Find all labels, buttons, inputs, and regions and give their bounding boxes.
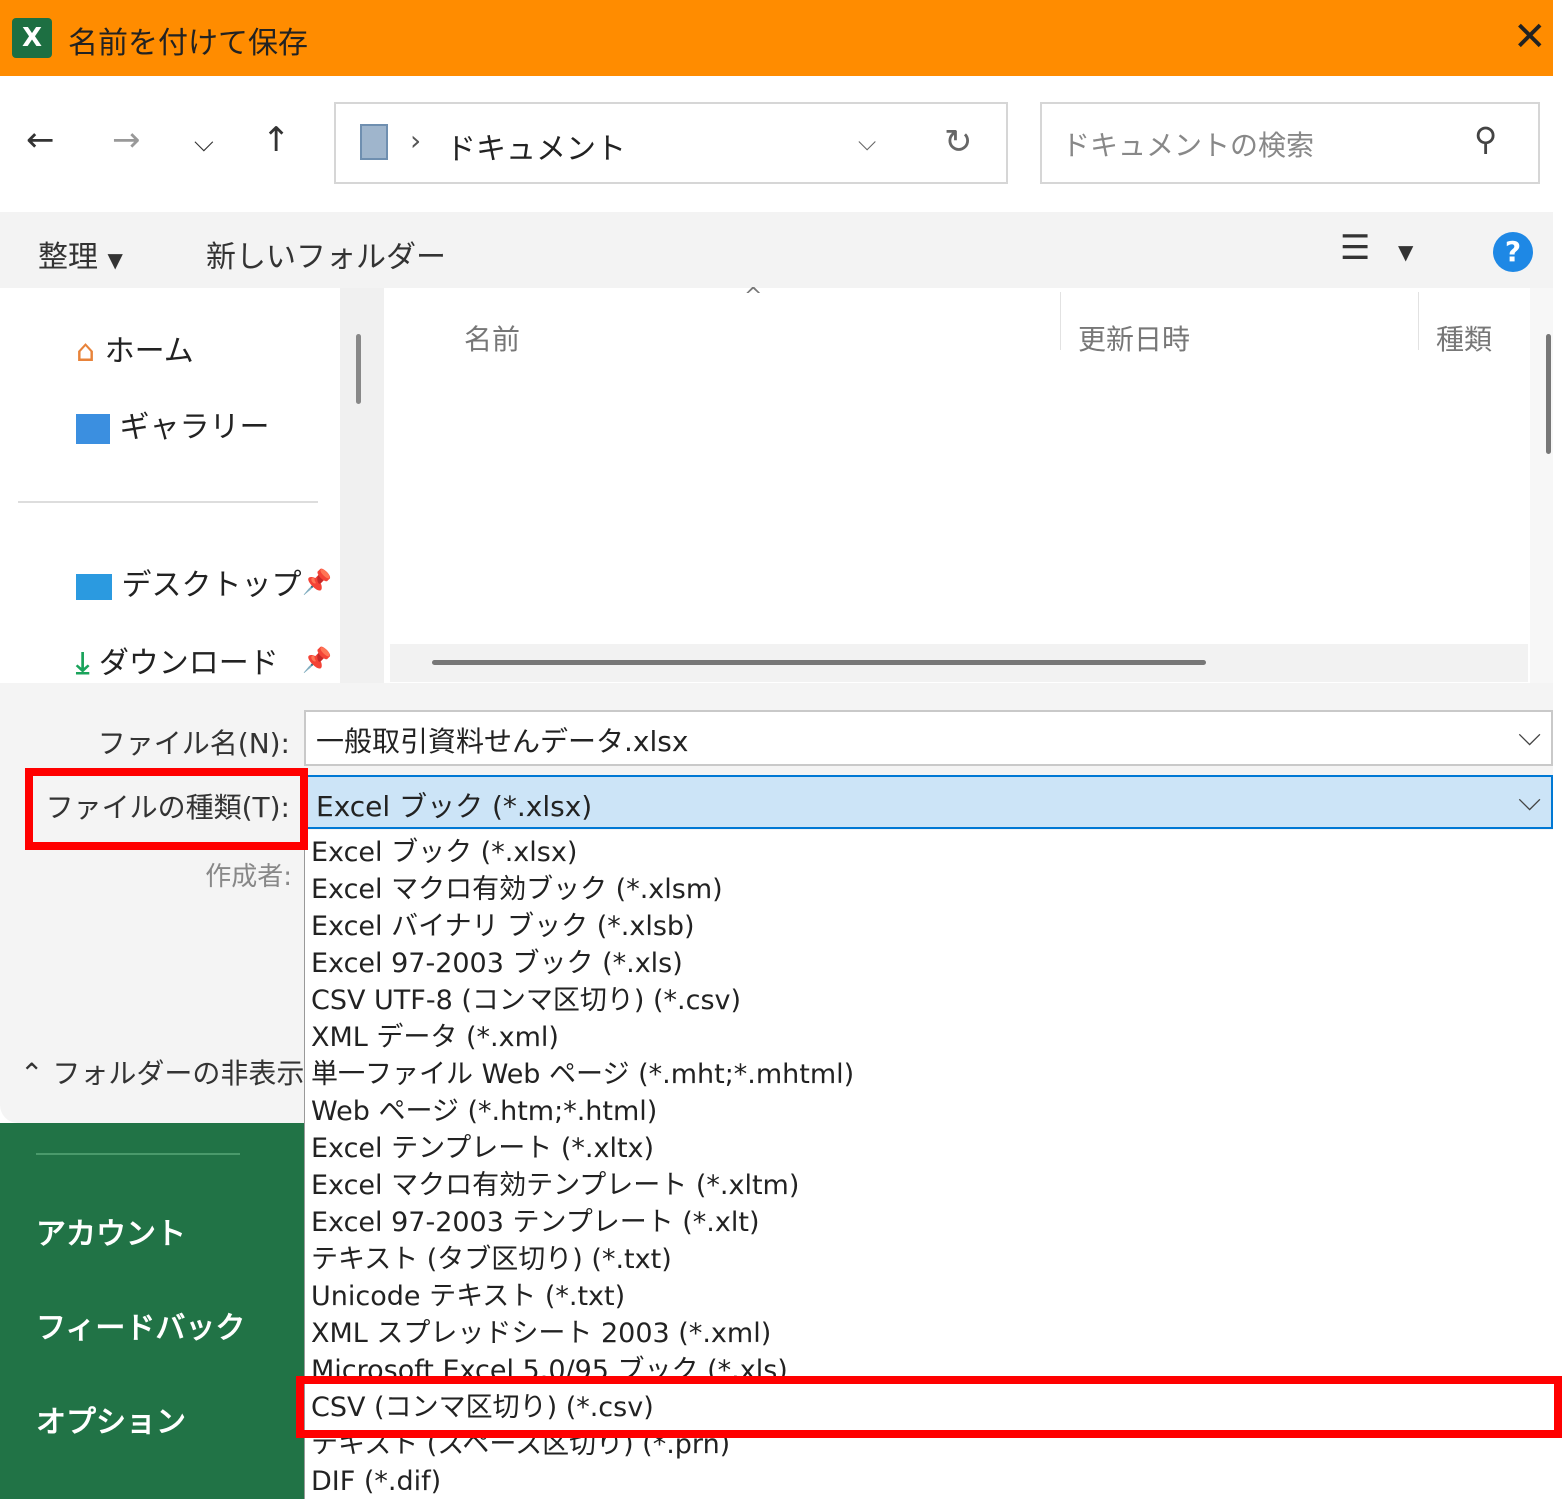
filetype-option[interactable]: CSV UTF-8 (コンマ区切り) (*.csv) (311, 982, 741, 1019)
up-arrow-icon[interactable]: ↑ (262, 120, 291, 160)
horizontal-scroll-thumb[interactable] (432, 660, 1206, 665)
vertical-scrollbar[interactable] (1530, 288, 1553, 683)
filetype-option[interactable]: テキスト (タブ区切り) (*.txt) (311, 1241, 672, 1278)
filetype-dropdown-list: Excel ブック (*.xlsx) Excel マクロ有効ブック (*.xlsm… (304, 830, 1563, 1499)
nav-item-gallery[interactable]: ギャラリー (76, 402, 270, 446)
column-divider[interactable] (1418, 292, 1419, 350)
filetype-option[interactable]: テキスト (スペース区切り) (*.prn) (311, 1426, 730, 1463)
download-icon: ⤓ (76, 646, 90, 681)
filetype-option[interactable]: XML スプレッドシート 2003 (*.xml) (311, 1315, 771, 1352)
column-header-modified[interactable]: 更新日時 (1078, 318, 1190, 358)
backstage-item-options[interactable]: オプション (36, 1397, 186, 1441)
sort-ascending-icon: ^ (744, 284, 763, 309)
search-box[interactable]: ドキュメントの検索 ⚲ (1040, 102, 1540, 184)
filetype-option[interactable]: DIF (*.dif) (311, 1463, 441, 1499)
forward-arrow-icon[interactable]: → (112, 120, 141, 160)
nav-item-label: ホーム (104, 334, 194, 369)
refresh-icon[interactable]: ↻ (944, 122, 973, 162)
filetype-option[interactable]: Microsoft Excel 5.0/95 ブック (*.xls) (311, 1352, 788, 1389)
hide-folders-button[interactable]: ⌃ フォルダーの非表示 (20, 1052, 304, 1092)
filename-dropdown-chevron-icon[interactable]: ⌵ (1518, 718, 1541, 753)
home-icon: ⌂ (76, 334, 96, 369)
filetype-option[interactable]: Unicode テキスト (*.txt) (311, 1278, 625, 1315)
recent-locations-chevron-icon[interactable]: ⌵ (194, 128, 214, 159)
backstage-item-feedback[interactable]: フィードバック (36, 1303, 245, 1347)
filetype-option[interactable]: Excel マクロ有効ブック (*.xlsm) (311, 871, 723, 908)
close-icon[interactable]: ✕ (1513, 14, 1547, 60)
filename-label: ファイル名(N): (97, 727, 290, 760)
new-folder-button[interactable]: 新しいフォルダー (206, 232, 446, 276)
filetype-option[interactable]: CSV (コンマ区切り) (*.csv) (311, 1389, 654, 1426)
nav-item-label: ギャラリー (119, 410, 270, 445)
filetype-option[interactable]: Excel マクロ有効テンプレート (*.xltm) (311, 1167, 799, 1204)
filetype-selected-value: Excel ブック (*.xlsx) (316, 790, 593, 823)
nav-pane-scrollbar[interactable] (340, 288, 384, 683)
nav-item-desktop[interactable]: デスクトップ (76, 560, 302, 604)
column-header-name[interactable]: 名前 (464, 318, 520, 358)
backstage-sidebar: アカウント フィードバック オプション (0, 1123, 304, 1499)
filetype-dropdown-chevron-icon[interactable]: ⌵ (1518, 783, 1541, 818)
help-icon[interactable]: ? (1493, 232, 1533, 272)
view-options-icon[interactable]: ☰ (1340, 228, 1370, 268)
pin-icon: 📌 (302, 568, 332, 596)
navigation-pane: ⌂ ホーム ギャラリー デスクトップ 📌 ⤓ ダウンロード 📌 (0, 288, 340, 683)
breadcrumb-separator-icon: › (410, 124, 422, 157)
filetype-option[interactable]: Excel テンプレート (*.xltx) (311, 1130, 654, 1167)
horizontal-scrollbar[interactable] (390, 644, 1528, 682)
documents-folder-icon (360, 124, 388, 160)
filetype-option[interactable]: XML データ (*.xml) (311, 1019, 559, 1056)
nav-item-label: デスクトップ (121, 568, 302, 603)
view-dropdown-icon[interactable]: ▼ (1398, 240, 1413, 264)
filetype-option[interactable]: Excel バイナリ ブック (*.xlsb) (311, 908, 695, 945)
excel-app-icon: X (12, 18, 52, 58)
filetype-option[interactable]: Web ページ (*.htm;*.html) (311, 1093, 657, 1130)
nav-item-downloads[interactable]: ⤓ ダウンロード (76, 638, 279, 682)
filetype-option[interactable]: Excel 97-2003 ブック (*.xls) (311, 945, 683, 982)
nav-scroll-thumb[interactable] (356, 334, 361, 404)
search-placeholder: ドキュメントの検索 (1062, 129, 1315, 162)
pin-icon: 📌 (302, 646, 332, 674)
filetype-option[interactable]: 単一ファイル Web ページ (*.mht;*.mhtml) (311, 1056, 854, 1093)
filetype-option[interactable]: Excel ブック (*.xlsx) (311, 834, 577, 871)
organize-label: 整理 (38, 240, 98, 275)
backstage-divider (36, 1153, 240, 1155)
filetype-option[interactable]: Excel 97-2003 テンプレート (*.xlt) (311, 1204, 760, 1241)
gallery-icon (76, 413, 110, 444)
organize-menu[interactable]: 整理 ▼ (38, 232, 123, 276)
vertical-scroll-thumb[interactable] (1546, 334, 1551, 454)
organize-dropdown-icon: ▼ (107, 248, 123, 272)
chevron-up-icon: ⌃ (20, 1057, 44, 1090)
file-list-pane (384, 288, 1530, 683)
title-bar: X 名前を付けて保存 ✕ (0, 0, 1553, 76)
backstage-item-account[interactable]: アカウント (36, 1209, 186, 1253)
filetype-label: ファイルの種類(T): (45, 791, 290, 824)
filename-value: 一般取引資料せんデータ.xlsx (316, 725, 689, 758)
back-arrow-icon[interactable]: ← (26, 120, 55, 160)
author-label: 作成者: (205, 862, 292, 892)
hide-folders-label: フォルダーの非表示 (52, 1057, 305, 1090)
filename-input[interactable]: 一般取引資料せんデータ.xlsx ⌵ (304, 710, 1553, 766)
nav-item-label: ダウンロード (98, 646, 279, 681)
desktop-icon (76, 573, 112, 600)
address-bar[interactable]: › ドキュメント ⌵ ↻ (334, 102, 1008, 184)
command-bar: 整理 ▼ 新しいフォルダー ☰ ▼ ? (0, 212, 1553, 288)
nav-divider (18, 501, 318, 503)
breadcrumb-location[interactable]: ドキュメント (446, 124, 626, 168)
address-dropdown-chevron-icon[interactable]: ⌵ (858, 128, 876, 156)
search-icon[interactable]: ⚲ (1474, 120, 1497, 158)
window-title: 名前を付けて保存 (68, 26, 308, 61)
nav-item-home[interactable]: ⌂ ホーム (76, 326, 194, 370)
filetype-select[interactable]: Excel ブック (*.xlsx) ⌵ (304, 775, 1553, 829)
column-header-type[interactable]: 種類 (1436, 318, 1492, 358)
column-divider[interactable] (1060, 292, 1061, 350)
